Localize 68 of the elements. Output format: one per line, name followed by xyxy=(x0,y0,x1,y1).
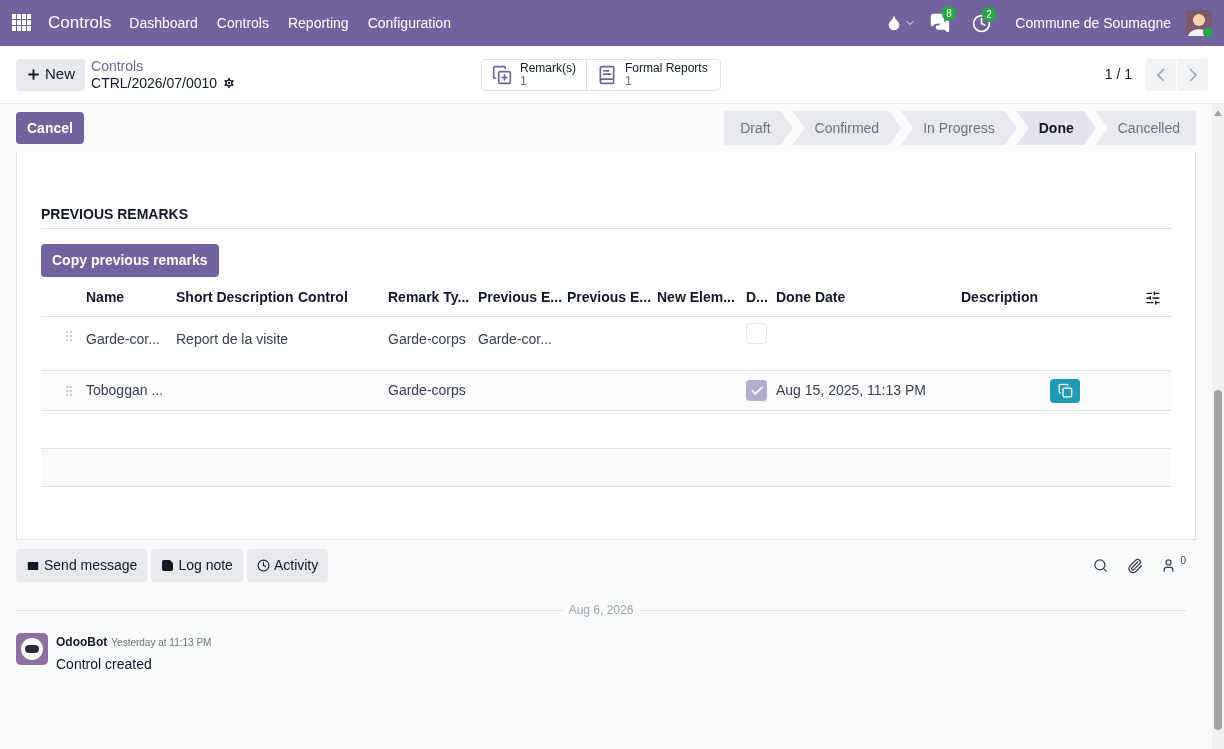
status-stage[interactable]: Draft xyxy=(724,111,793,145)
table-cell: Garde-corps xyxy=(388,382,466,398)
pager-value[interactable]: 1 / 1 xyxy=(1104,64,1132,85)
column-header[interactable]: Previous E... xyxy=(478,289,563,305)
search-icon[interactable] xyxy=(1093,558,1109,573)
table-cell: Aug 15, 2025, 11:13 PM xyxy=(776,382,926,398)
company-name[interactable]: Commune de Soumagne xyxy=(1015,12,1171,34)
table-cell: Garde-cor... xyxy=(86,331,160,347)
chatter-button[interactable]: Activity xyxy=(246,549,329,582)
followers-icon[interactable] xyxy=(1161,558,1177,573)
clock-icon xyxy=(256,559,270,572)
table-cell: Garde-cor... xyxy=(478,331,552,347)
date-separator: Aug 6, 2026 xyxy=(567,602,635,619)
paperclip-icon[interactable] xyxy=(1127,557,1144,574)
chatter-button[interactable]: Log note xyxy=(151,549,243,582)
breadcrumb-link[interactable]: Controls xyxy=(91,57,144,75)
add-copy-icon xyxy=(492,64,512,85)
column-header[interactable]: Name xyxy=(86,289,125,305)
copy-remarks-button[interactable]: Copy previous remarks xyxy=(41,244,219,277)
cancel-button[interactable]: Cancel xyxy=(16,112,84,144)
message-author: OdooBot xyxy=(56,634,108,651)
apps-menu-icon[interactable] xyxy=(12,14,32,32)
column-header[interactable]: Remark Ty... xyxy=(388,289,470,305)
menu-item[interactable]: Controls xyxy=(216,12,269,34)
column-header[interactable]: D... xyxy=(746,289,768,305)
status-stage[interactable]: Cancelled xyxy=(1095,111,1196,145)
chevron-right-icon xyxy=(1188,67,1197,82)
bot-avatar xyxy=(16,633,48,665)
table-cell: Report de la visite xyxy=(176,331,289,347)
chatter-button[interactable]: Send message xyxy=(16,549,148,582)
done-checkbox[interactable] xyxy=(746,323,767,344)
new-button[interactable]: New xyxy=(16,58,85,91)
smart-button[interactable]: Formal Reports 1 xyxy=(586,59,720,90)
user-avatar[interactable] xyxy=(1186,10,1212,36)
scrollbar[interactable] xyxy=(1212,104,1224,749)
gear-icon[interactable] xyxy=(222,76,237,90)
column-header[interactable]: New Elem... xyxy=(657,289,735,305)
note-icon xyxy=(161,559,175,572)
section-title: PREVIOUS REMARKS xyxy=(41,204,1171,229)
menu-item[interactable]: Configuration xyxy=(367,12,451,34)
record-name: CTRL/2026/07/0010 xyxy=(91,74,218,92)
menu-item[interactable]: Reporting xyxy=(287,12,349,34)
follower-count[interactable]: 0 xyxy=(1180,553,1186,568)
table-cell: Toboggan ... xyxy=(86,382,164,398)
app-title[interactable]: Controls xyxy=(48,10,112,36)
column-header[interactable]: Description xyxy=(961,289,1038,305)
status-stage[interactable]: Done xyxy=(1016,111,1096,145)
plus-icon xyxy=(26,67,41,82)
copy-button[interactable] xyxy=(1050,378,1080,403)
menu-item[interactable]: Dashboard xyxy=(129,12,198,34)
table-cell: Garde-corps xyxy=(388,331,466,347)
chevron-left-icon xyxy=(1156,67,1165,82)
activity-count-badge: 2 xyxy=(982,6,996,22)
status-stage[interactable]: In Progress xyxy=(901,111,1017,145)
smart-button[interactable]: Remark(s) 1 xyxy=(482,59,586,90)
table-row[interactable]: Toboggan ... Garde-corps Aug 15, 2025, 11:13 PM xyxy=(41,371,1171,411)
column-header[interactable]: Control xyxy=(298,289,348,305)
message-time: Yesterday at 11:13 PM xyxy=(111,636,212,650)
column-settings-icon[interactable] xyxy=(1145,289,1161,306)
column-header[interactable]: Short Description xyxy=(176,289,294,305)
message-count-badge: 8 xyxy=(942,6,956,21)
column-header[interactable]: Previous E... xyxy=(567,289,652,305)
book-icon xyxy=(597,64,617,85)
status-stage[interactable]: Confirmed xyxy=(792,111,902,145)
done-checkbox[interactable] xyxy=(746,380,767,401)
column-header[interactable]: Done Date xyxy=(776,289,846,305)
copy-icon xyxy=(1057,383,1073,398)
message-body: Control created xyxy=(56,655,153,674)
